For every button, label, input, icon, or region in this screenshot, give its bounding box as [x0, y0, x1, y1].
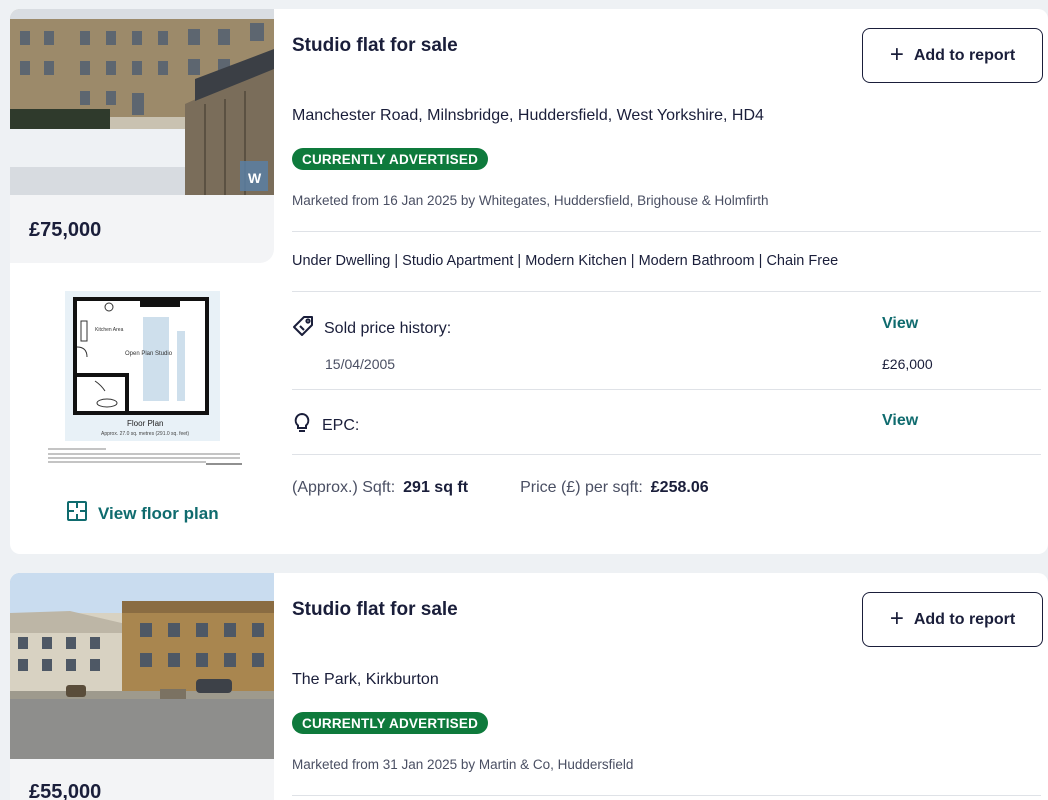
- listing-title[interactable]: Studio flat for sale: [292, 35, 458, 57]
- listing-address: Manchester Road, Milnsbridge, Huddersfie…: [292, 107, 764, 124]
- floorplan-kitchen-label: Kitchen Area: [95, 327, 124, 333]
- view-sold-history-link[interactable]: View: [882, 315, 918, 333]
- plus-icon: +: [889, 40, 904, 68]
- listing-title[interactable]: Studio flat for sale: [292, 599, 458, 621]
- add-to-report-label: Add to report: [913, 610, 1016, 628]
- price-per-sqft-value: £258.06: [650, 479, 709, 496]
- view-floorplan-label: View floor plan: [98, 503, 219, 523]
- listing-card: £55,000 Studio flat for sale + Add to re…: [10, 573, 1048, 800]
- price-box: £55,000: [10, 573, 274, 800]
- property-photo[interactable]: W: [10, 9, 274, 195]
- floorplan-caption: Floor Plan: [127, 419, 163, 428]
- listing-price: £55,000: [29, 781, 102, 800]
- price-tag-icon: [292, 315, 314, 342]
- history-date: 15/04/2005: [325, 356, 396, 372]
- add-to-report-button[interactable]: + Add to report: [862, 28, 1043, 83]
- view-floorplan-link[interactable]: View floor plan: [66, 500, 219, 527]
- key-features: Under Dwelling | Studio Apartment | Mode…: [292, 253, 839, 269]
- listing-price: £75,000: [29, 219, 102, 241]
- svg-text:W: W: [248, 170, 262, 186]
- price-per-sqft-label: Price (£) per sqft:: [520, 479, 643, 496]
- floorplan-thumbnail[interactable]: Kitchen Area Open Plan Studio Floor Plan…: [65, 291, 220, 441]
- add-to-report-button[interactable]: + Add to report: [862, 592, 1043, 647]
- listing-card: W £75,000 Kitchen Area Open Plan Studio …: [10, 9, 1048, 554]
- epc-label: EPC:: [292, 412, 359, 439]
- divider: [292, 795, 1041, 796]
- price-box: W £75,000: [10, 9, 274, 263]
- listing-media: £55,000: [10, 573, 274, 800]
- status-badge: CURRENTLY ADVERTISED: [292, 712, 489, 734]
- divider: [292, 291, 1041, 292]
- sold-price-history-label: Sold price history:: [292, 315, 451, 342]
- epc-text: EPC:: [322, 416, 360, 434]
- view-epc-link[interactable]: View: [882, 412, 918, 430]
- marketed-info: Marketed from 16 Jan 2025 by Whitegates,…: [292, 193, 769, 208]
- listing-details: Studio flat for sale + Add to report Man…: [292, 9, 1043, 554]
- status-badge: CURRENTLY ADVERTISED: [292, 148, 489, 170]
- sold-price-history-text: Sold price history:: [324, 319, 452, 337]
- history-price: £26,000: [882, 356, 933, 372]
- divider: [292, 231, 1041, 232]
- plus-icon: +: [889, 604, 904, 632]
- listing-media: W £75,000 Kitchen Area Open Plan Studio …: [10, 9, 274, 554]
- sqft-value: 291 sq ft: [403, 479, 469, 496]
- property-photo[interactable]: [10, 573, 274, 759]
- sqft-label: (Approx.) Sqft:: [292, 479, 396, 496]
- floorplan-subcaption: Approx. 27.0 sq. metres (291.0 sq. feet): [101, 431, 189, 437]
- floorplan-fine-print: [46, 444, 242, 466]
- add-to-report-label: Add to report: [913, 46, 1016, 64]
- divider: [292, 389, 1041, 390]
- floorplan-living-label: Open Plan Studio: [125, 351, 173, 357]
- divider: [292, 454, 1041, 455]
- lightbulb-icon: [292, 412, 312, 439]
- listing-address: The Park, Kirkburton: [292, 671, 439, 688]
- size-info: (Approx.) Sqft: 291 sq ft Price (£) per …: [292, 479, 709, 497]
- marketed-info: Marketed from 31 Jan 2025 by Martin & Co…: [292, 757, 634, 772]
- floorplan-icon: [66, 500, 88, 527]
- listing-details: Studio flat for sale + Add to report The…: [292, 573, 1043, 800]
